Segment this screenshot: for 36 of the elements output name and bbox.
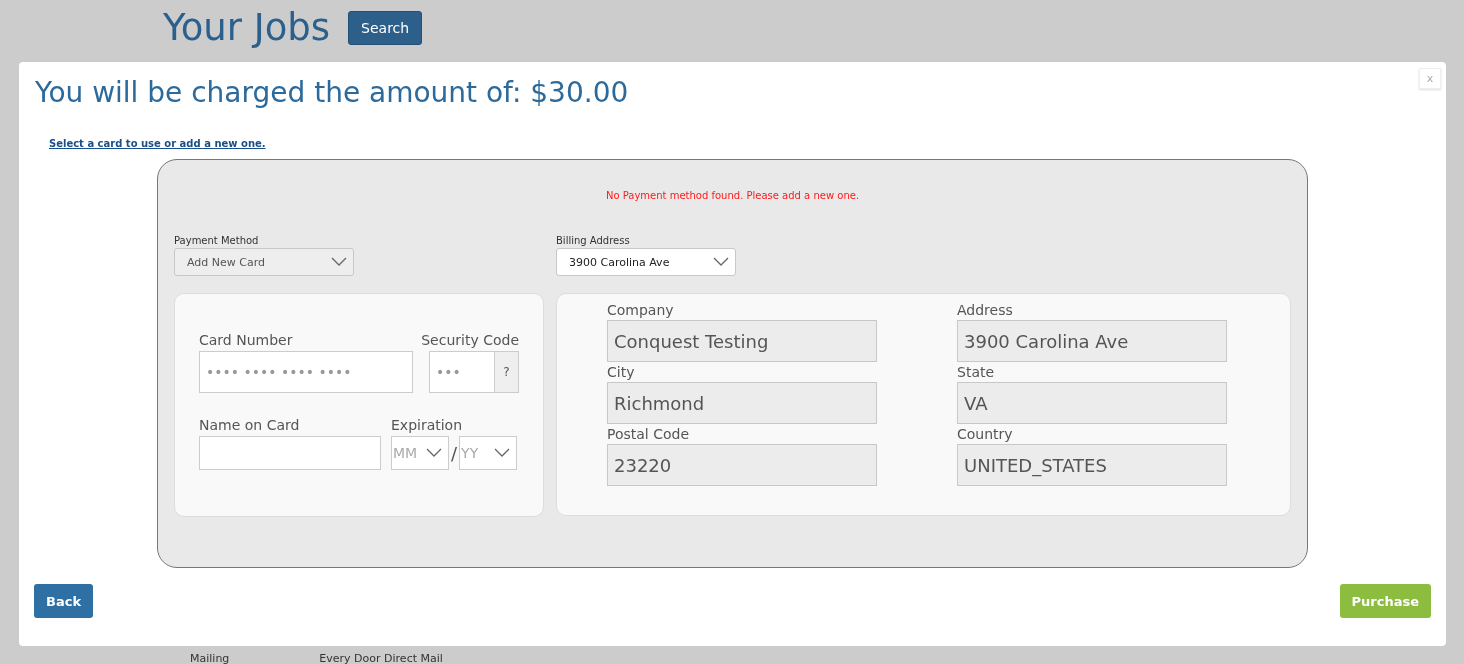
field-label: Card Number — [199, 332, 294, 348]
field-label: Country — [957, 426, 1014, 442]
select-dropdown[interactable]: 3900 Carolina Ave — [556, 248, 736, 276]
input-field[interactable]: UNITED_STATES — [957, 444, 1227, 486]
table-cell: Mailing — [190, 652, 230, 664]
input-field[interactable]: VA — [957, 382, 1227, 424]
input-field[interactable]: 3900 Carolina Ave — [957, 320, 1227, 362]
input-field[interactable]: Conquest Testing — [607, 320, 877, 362]
field-label: Address — [957, 302, 1014, 318]
field-label: Name on Card — [199, 417, 301, 433]
field-label: Security Code — [421, 332, 519, 348]
security-code-field[interactable]: ••• — [429, 351, 495, 393]
chevron-icon — [713, 257, 729, 267]
field-label: Payment Method — [174, 235, 260, 246]
error-message: No Payment method found. Please add a new one. — [604, 190, 861, 201]
field-label: Company — [607, 302, 675, 318]
page-title: Your Jobs — [163, 6, 331, 49]
search-button[interactable]: Search — [348, 10, 423, 45]
instruction-link[interactable]: Select a card to use or add a new one. — [49, 138, 266, 149]
field-label: Expiration — [391, 417, 464, 433]
chevron-icon — [426, 448, 442, 458]
input-field[interactable]: 23220 — [607, 444, 877, 486]
back-button[interactable]: Back — [34, 584, 94, 618]
name-on-card-field[interactable] — [199, 436, 381, 470]
card-number-field[interactable]: •••• •••• •••• •••• — [199, 351, 413, 393]
input-field[interactable]: Richmond — [607, 382, 877, 424]
field-label: Postal Code — [607, 426, 691, 442]
chevron-icon — [494, 448, 511, 458]
chevron-icon — [331, 257, 347, 267]
table-cell: Every Door Direct Mail — [319, 652, 443, 664]
modal-title: You will be charged the amount of: $30.00 — [35, 76, 629, 106]
field-label: State — [957, 364, 996, 380]
field-label: Billing Address — [556, 235, 631, 246]
separator-text: / — [450, 442, 459, 464]
field-label: City — [607, 364, 636, 380]
help-button[interactable]: ? — [495, 351, 519, 393]
